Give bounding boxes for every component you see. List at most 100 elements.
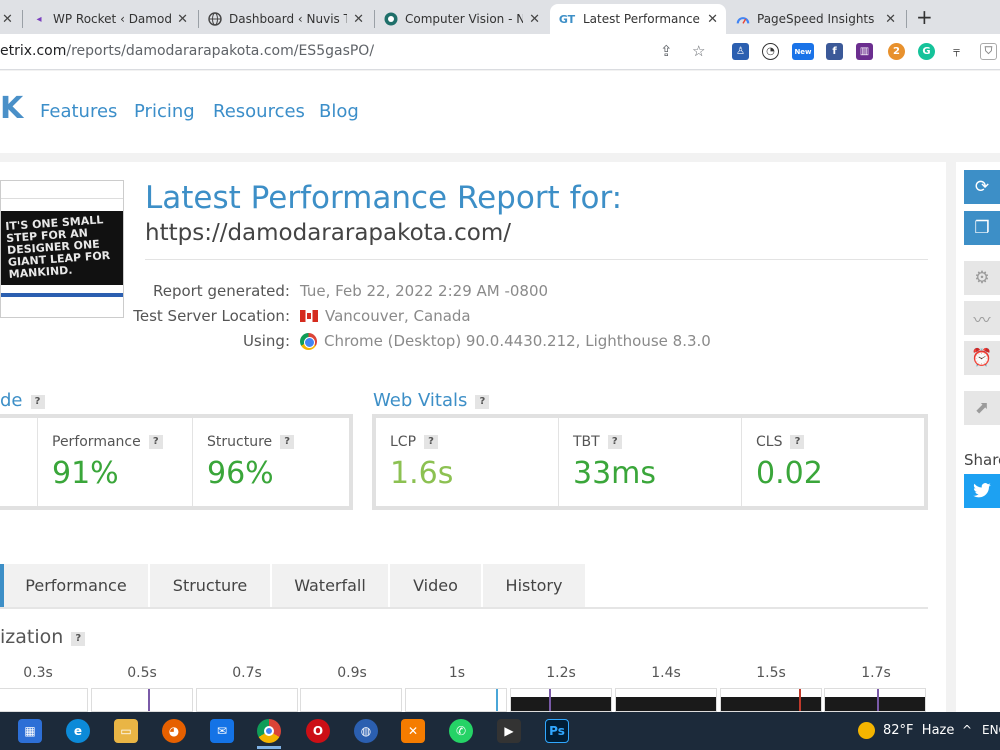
weather-widget[interactable]: 82°F Haze [858, 722, 954, 739]
whatsapp-icon[interactable]: ✆ [449, 719, 473, 743]
url-field[interactable]: etrix.com/reports/damodararapakota.com/E… [0, 43, 374, 59]
extension-shield-icon[interactable]: ⛉ [980, 43, 997, 60]
opera-icon[interactable]: O [306, 719, 330, 743]
share-icon[interactable]: ⇪ [660, 42, 673, 60]
tabs-underline [0, 607, 928, 609]
compare-button[interactable]: ❐ [964, 211, 1000, 245]
pdf-button[interactable]: ⬈ [964, 391, 1000, 425]
filmstrip-frame[interactable] [196, 688, 298, 712]
temperature: 82°F [883, 723, 914, 738]
grammarly-icon[interactable]: G [918, 43, 935, 60]
help-icon[interactable]: ? [475, 395, 490, 409]
file-explorer-icon[interactable]: ▭ [114, 719, 138, 743]
firefox-icon[interactable]: ◕ [162, 719, 186, 743]
filmstrip-frame[interactable] [510, 688, 612, 712]
close-tab-icon[interactable]: ✕ [885, 12, 896, 27]
retest-button[interactable]: ⟳ [964, 170, 1000, 204]
report-url[interactable]: https://damodararapakota.com/ [145, 220, 511, 246]
filmstrip-frame[interactable] [91, 688, 193, 712]
filmstrip-frame[interactable] [300, 688, 402, 712]
filmstrip-frame[interactable] [405, 688, 507, 712]
new-tab-button[interactable]: + [916, 5, 933, 29]
extension-chart-icon[interactable]: ▥ [856, 43, 873, 60]
tab-video[interactable]: Video [390, 564, 483, 607]
extension-count: 2 [893, 46, 900, 57]
close-tab-icon[interactable]: ✕ [353, 12, 364, 27]
nav-features[interactable]: Features [40, 101, 117, 122]
circle-logo-icon [384, 12, 398, 26]
extension-icon-1[interactable]: ♙ [732, 43, 749, 60]
twitter-share-button[interactable] [964, 474, 1000, 508]
help-icon[interactable]: ? [280, 435, 295, 449]
close-tab-icon[interactable]: ✕ [177, 12, 188, 27]
chrome-taskbar-icon[interactable] [257, 719, 281, 743]
help-icon[interactable]: ? [607, 435, 622, 449]
monitor-button[interactable]: 〰 [964, 301, 1000, 335]
language-indicator[interactable]: ENG [982, 723, 1000, 737]
tab-waterfall[interactable]: Waterfall [272, 564, 390, 607]
filmstrip-frame[interactable] [720, 688, 822, 712]
url-path: /reports/damodararapakota.com/ES5gasPO/ [66, 43, 375, 59]
media-app-icon[interactable]: ▶ [497, 719, 521, 743]
filmstrip-tick: 1.4s [651, 665, 681, 681]
browser-tab-bar: ✕ ◂ WP Rocket ‹ Damodar ✕ Dashboard ‹ Nu… [0, 0, 1000, 34]
help-icon[interactable]: ? [71, 632, 86, 646]
lcp-value: 1.6s [390, 456, 454, 491]
help-icon[interactable]: ? [148, 435, 163, 449]
extension-puzzle-icon[interactable]: ╤ [948, 43, 965, 60]
help-icon[interactable]: ? [30, 395, 45, 409]
tab-title: Computer Vision - Ne [405, 12, 524, 26]
calculator-icon[interactable]: ▦ [18, 719, 42, 743]
mail-icon[interactable]: ✉ [210, 719, 234, 743]
close-tab-icon[interactable]: ✕ [707, 12, 718, 27]
performance-label: Performance? [52, 434, 163, 450]
photoshop-icon[interactable]: Ps [545, 719, 569, 743]
app-globe-icon[interactable]: ◍ [354, 719, 378, 743]
filmstrip-frame[interactable] [824, 688, 926, 712]
browser-tab-0[interactable]: ✕ [0, 4, 18, 34]
tab-title: Latest Performance Re [583, 12, 701, 26]
settings-button[interactable]: ⚙ [964, 261, 1000, 295]
tbt-label: TBT? [573, 434, 622, 450]
filmstrip-tick: 0.7s [232, 665, 262, 681]
help-icon[interactable]: ? [424, 435, 439, 449]
browser-tab-computer-vision[interactable]: Computer Vision - Ne ✕ [376, 4, 548, 34]
nav-resources[interactable]: Resources [213, 101, 305, 122]
help-icon[interactable]: ? [790, 435, 805, 449]
tray-chevron-icon[interactable]: ^ [962, 723, 972, 737]
gtmetrix-logo[interactable]: K [0, 91, 23, 126]
meta-label-generated: Report generated: [152, 282, 290, 300]
grade-title-text: de [0, 390, 23, 411]
bookmark-star-icon[interactable]: ☆ [692, 42, 705, 60]
facebook-icon[interactable]: f [826, 43, 843, 60]
close-tab-icon[interactable]: ✕ [529, 12, 540, 27]
browser-tab-wprocket[interactable]: ◂ WP Rocket ‹ Damodar ✕ [24, 4, 196, 34]
nav-pricing[interactable]: Pricing [134, 101, 195, 122]
nav-blog[interactable]: Blog [319, 101, 359, 122]
xampp-icon[interactable]: ✕ [401, 719, 425, 743]
filmstrip-tick: 0.3s [23, 665, 53, 681]
server-location: Vancouver, Canada [325, 307, 471, 325]
extension-badge-icon[interactable]: 2 [888, 43, 905, 60]
pagespeed-icon [736, 12, 750, 26]
filmstrip-frame[interactable] [615, 688, 717, 712]
new-badge: New [794, 47, 812, 56]
lcp-label: LCP? [390, 434, 439, 450]
report-title: Latest Performance Report for: [145, 180, 623, 216]
browser-tab-dashboard[interactable]: Dashboard ‹ Nuvis Tec ✕ [200, 4, 372, 34]
tab-history[interactable]: History [483, 564, 587, 607]
tab-performance[interactable]: Performance [4, 564, 150, 607]
filmstrip-tick: 1.2s [546, 665, 576, 681]
extension-new-icon[interactable]: New [792, 43, 814, 60]
alert-button[interactable]: ⏰ [964, 341, 1000, 375]
edge-icon[interactable]: e [66, 719, 90, 743]
alarm-clock-icon: ⏰ [971, 348, 993, 368]
filmstrip-frame[interactable] [0, 688, 88, 712]
tab-structure[interactable]: Structure [150, 564, 272, 607]
lcp-metric: LCP? 1.6s [376, 418, 559, 506]
close-tab-icon[interactable]: ✕ [2, 12, 13, 27]
browser-tab-pagespeed[interactable]: PageSpeed Insights ✕ [728, 4, 904, 34]
structure-value: 96% [207, 456, 274, 491]
browser-tab-gtmetrix[interactable]: GT Latest Performance Re ✕ [550, 4, 726, 34]
extension-speed-icon[interactable]: ◔ [762, 43, 779, 60]
